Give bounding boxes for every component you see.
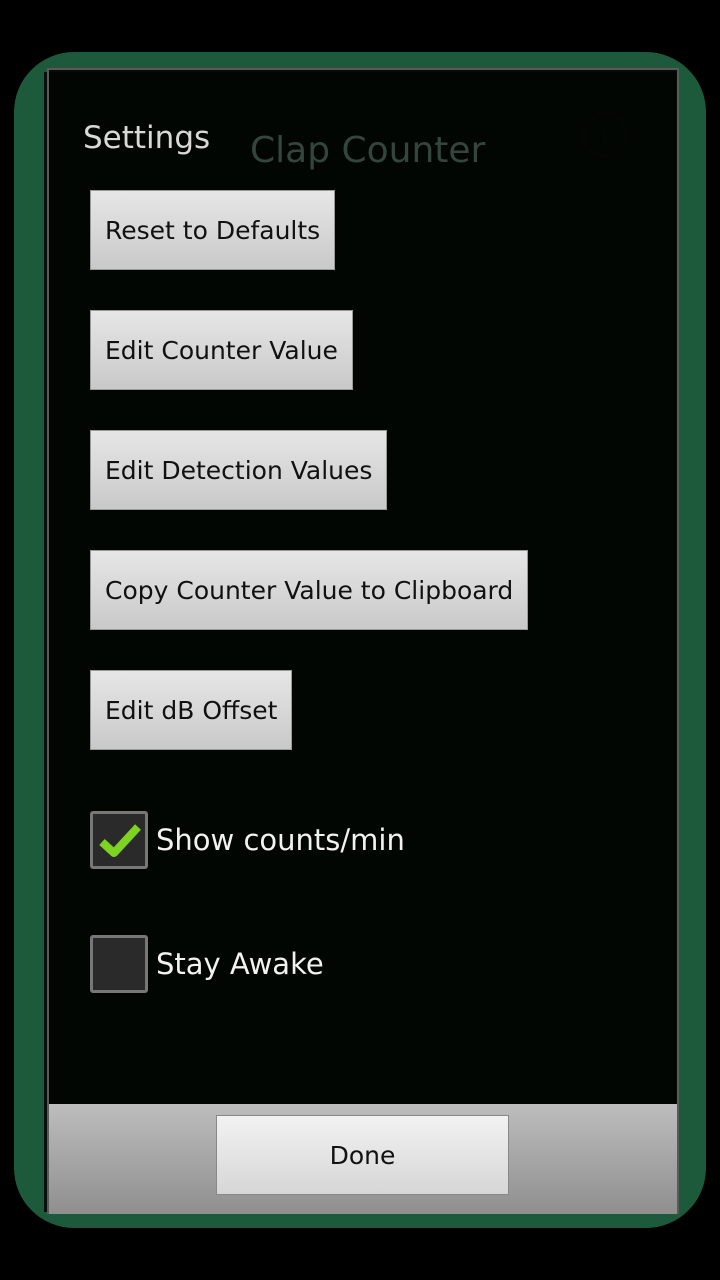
show-counts-per-min-checkbox-row[interactable]: Show counts/min — [90, 810, 405, 870]
stay-awake-label: Stay Awake — [156, 947, 324, 981]
checkmark-icon — [99, 824, 141, 857]
done-button[interactable]: Done — [216, 1115, 509, 1195]
settings-dialog: Settings Reset to Defaults Edit Counter … — [47, 68, 679, 1214]
edit-db-offset-button[interactable]: Edit dB Offset — [90, 670, 293, 750]
dialog-title: Settings — [83, 120, 211, 156]
show-counts-per-min-checkbox[interactable] — [90, 811, 148, 869]
edit-counter-value-button[interactable]: Edit Counter Value — [90, 310, 353, 390]
reset-to-defaults-button[interactable]: Reset to Defaults — [90, 190, 336, 270]
show-counts-per-min-label: Show counts/min — [156, 823, 405, 857]
stay-awake-checkbox-row[interactable]: Stay Awake — [90, 934, 324, 994]
copy-counter-value-button[interactable]: Copy Counter Value to Clipboard — [90, 550, 529, 630]
stay-awake-checkbox[interactable] — [90, 935, 148, 993]
edit-detection-values-button[interactable]: Edit Detection Values — [90, 430, 388, 510]
dialog-footer: Done — [49, 1104, 677, 1214]
